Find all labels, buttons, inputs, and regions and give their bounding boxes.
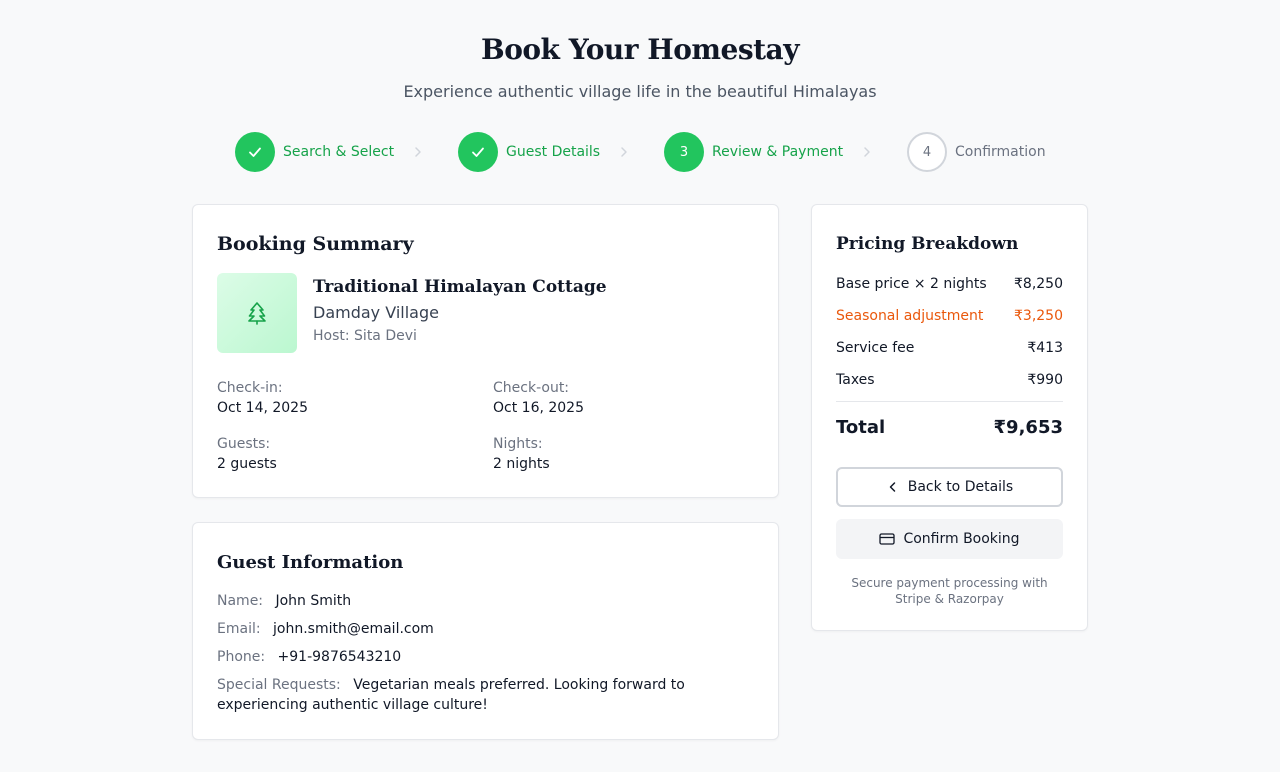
property-name: Traditional Himalayan Cottage — [313, 277, 607, 297]
guest-phone-row: Phone: +91-9876543210 — [217, 647, 757, 667]
guest-phone-value: +91-9876543210 — [277, 649, 402, 665]
total-row: Total ₹9,653 — [836, 415, 1063, 441]
booking-summary-card: Booking Summary Traditional Himalayan Co… — [192, 204, 779, 498]
pricing-breakdown-title: Pricing Breakdown — [836, 234, 1019, 254]
guest-email-label: Email: — [217, 621, 261, 637]
confirm-booking-button[interactable]: Confirm Booking — [836, 519, 1063, 559]
guest-information-title: Guest Information — [217, 552, 404, 573]
step-review-payment[interactable]: 3 Review & Payment — [664, 132, 843, 172]
step-number: 3 — [664, 132, 704, 172]
price-row-label: Service fee — [836, 340, 915, 356]
checkin-value: Oct 14, 2025 — [217, 400, 308, 416]
step-search-select[interactable]: Search & Select — [235, 132, 394, 172]
guest-email-value: john.smith@email.com — [273, 621, 434, 637]
property-host: Host: Sita Devi — [313, 328, 417, 344]
confirm-booking-label: Confirm Booking — [903, 531, 1020, 547]
progress-stepper: Search & Select Guest Details 3 Review &… — [0, 132, 1280, 172]
special-requests-row: Special Requests: Vegetarian meals prefe… — [217, 675, 707, 715]
page-subtitle: Experience authentic village life in the… — [403, 82, 877, 101]
price-row-base: Base price × 2 nights ₹8,250 — [836, 274, 1063, 294]
tree-icon — [248, 302, 266, 325]
total-label: Total — [836, 417, 886, 438]
price-row-service-fee: Service fee ₹413 — [836, 338, 1063, 358]
price-row-label: Base price × 2 nights — [836, 276, 987, 292]
price-row-value: ₹990 — [1027, 372, 1063, 388]
back-to-details-label: Back to Details — [907, 479, 1014, 495]
property-thumbnail — [217, 273, 297, 353]
nights-value: 2 nights — [493, 456, 550, 472]
price-row-label: Seasonal adjustment — [836, 308, 984, 324]
guest-name-label: Name: — [217, 593, 264, 609]
price-row-value: ₹413 — [1027, 340, 1063, 356]
price-row-label: Taxes — [836, 372, 875, 388]
pricing-breakdown-card: Pricing Breakdown Base price × 2 nights … — [811, 204, 1088, 631]
page-header: Book Your Homestay Experience authentic … — [0, 0, 1280, 102]
guest-email-row: Email: john.smith@email.com — [217, 619, 757, 639]
nights-label: Nights: — [493, 436, 543, 452]
step-label: Confirmation — [955, 144, 1046, 160]
special-requests-label: Special Requests: — [217, 677, 341, 693]
page-title: Book Your Homestay — [481, 33, 799, 66]
price-row-value: ₹3,250 — [1014, 308, 1063, 324]
step-number: 4 — [907, 132, 947, 172]
step-label: Search & Select — [283, 144, 395, 160]
checkout-value: Oct 16, 2025 — [493, 400, 584, 416]
step-confirmation[interactable]: 4 Confirmation — [907, 132, 1046, 172]
guest-phone-label: Phone: — [217, 649, 266, 665]
guest-name-row: Name: John Smith — [217, 591, 757, 611]
step-label: Review & Payment — [712, 144, 844, 160]
chevron-right-icon — [415, 147, 421, 157]
secure-payment-note: Secure payment processing with Stripe & … — [851, 576, 1048, 606]
price-row-seasonal: Seasonal adjustment ₹3,250 — [836, 306, 1063, 326]
credit-card-icon — [879, 532, 896, 546]
guest-information-card: Guest Information Name: John Smith Email… — [192, 522, 779, 740]
back-to-details-button[interactable]: Back to Details — [836, 467, 1063, 507]
price-row-value: ₹8,250 — [1014, 276, 1063, 292]
step-guest-details[interactable]: Guest Details — [458, 132, 600, 172]
total-value: ₹9,653 — [993, 417, 1063, 438]
check-icon — [458, 132, 498, 172]
price-row-taxes: Taxes ₹990 — [836, 370, 1063, 390]
checkin-label: Check-in: — [217, 380, 283, 396]
pricing-divider — [836, 401, 1063, 402]
checkout-label: Check-out: — [493, 380, 570, 396]
property-village: Damday Village — [313, 303, 439, 322]
chevron-right-icon — [621, 147, 627, 157]
booking-summary-title: Booking Summary — [217, 233, 414, 255]
guest-name-value: John Smith — [275, 593, 352, 609]
check-icon — [235, 132, 275, 172]
guests-label: Guests: — [217, 436, 271, 452]
step-label: Guest Details — [506, 144, 601, 160]
chevron-left-icon — [886, 480, 900, 494]
chevron-right-icon — [864, 147, 870, 157]
guests-value: 2 guests — [217, 456, 277, 472]
